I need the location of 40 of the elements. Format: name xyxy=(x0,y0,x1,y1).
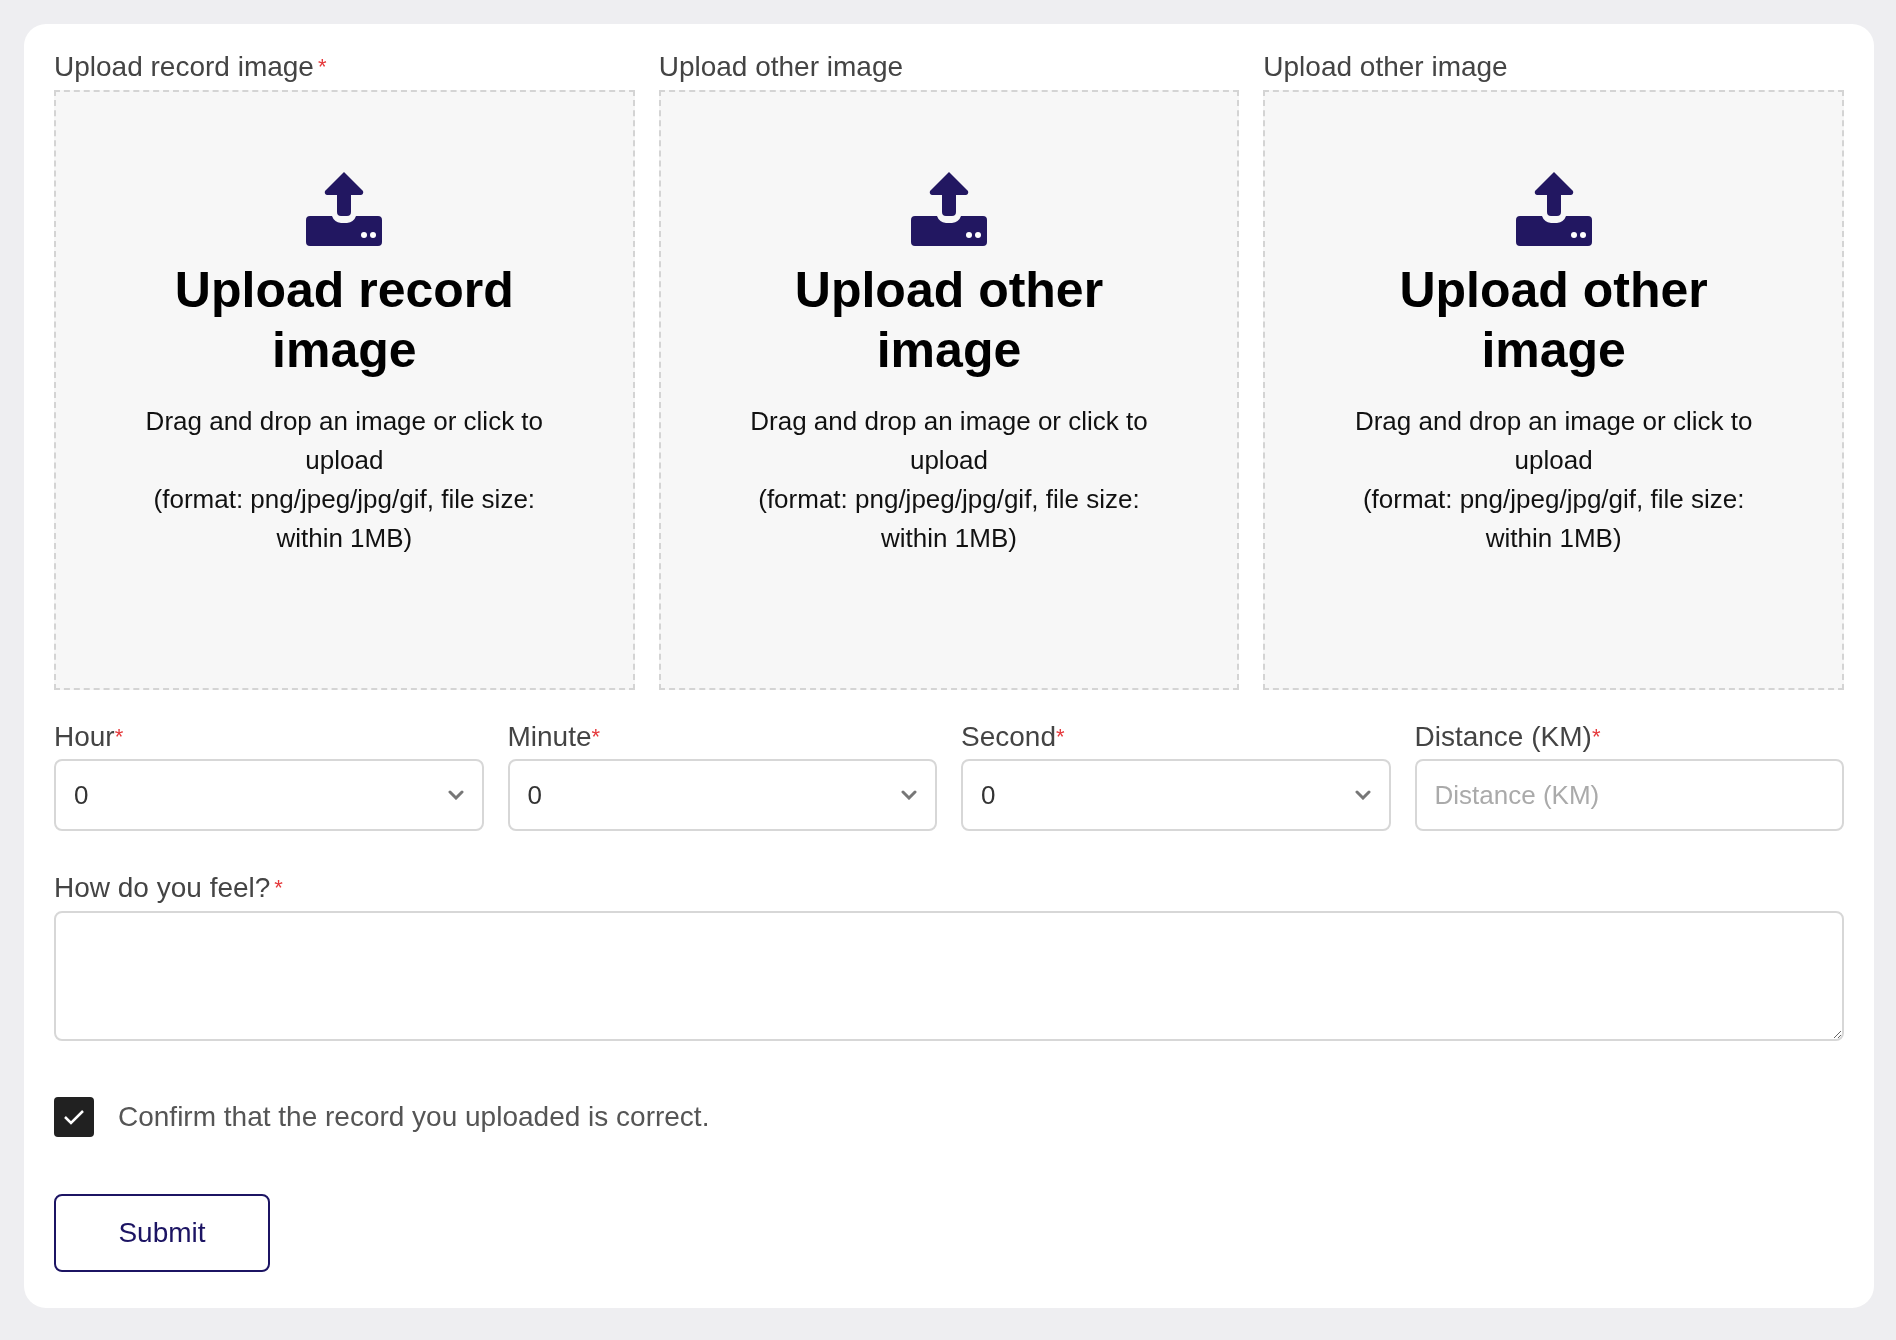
check-icon xyxy=(63,1107,85,1126)
format-note: (format: png/jpeg/jpg/gif, file size: within 1MB) xyxy=(152,482,537,555)
text-input-field[interactable]: Distance (KM) xyxy=(1414,759,1844,832)
dropzone-title: Upload other image xyxy=(1398,260,1709,380)
chevron-down-icon xyxy=(901,790,917,801)
dropzone-hint: Drag and drop an image or click to upload xyxy=(749,404,1149,477)
upload-icon xyxy=(306,171,383,246)
dropdown-field[interactable]: 0 xyxy=(54,759,484,832)
format-note: (format: png/jpeg/jpg/gif, file size: within 1MB) xyxy=(757,482,1141,555)
chevron-down-icon xyxy=(1354,790,1371,801)
confirm-checkbox[interactable] xyxy=(54,1096,94,1137)
required-asterisk: * xyxy=(274,874,283,903)
upload-dropzone[interactable]: Upload record image Drag and drop an image or click to upload (format: png/jpeg/jpg/gif, file size: within 1MB) xyxy=(54,89,635,690)
dropzone-hint: Drag and drop an image or click to upload xyxy=(144,404,545,477)
submit-button[interactable]: Submit xyxy=(54,1193,270,1272)
field-label: Upload other image xyxy=(1263,50,1508,84)
required-asterisk: * xyxy=(1055,722,1065,751)
upload-icon xyxy=(911,171,987,246)
field-label: Second xyxy=(961,719,1056,754)
dropzone-title: Upload other image xyxy=(793,260,1105,380)
upload-dropzone[interactable]: Upload other image Drag and drop an image or click to upload (format: png/jpeg/jpg/gif, file size: within 1MB) xyxy=(1263,89,1844,690)
field-label: How do you feel? xyxy=(54,871,271,905)
required-asterisk: * xyxy=(114,722,124,751)
field-label: Hour xyxy=(54,719,115,754)
field-label: Upload other image xyxy=(658,50,904,84)
format-note: (format: png/jpeg/jpg/gif, file size: within 1MB) xyxy=(1361,482,1746,555)
field-label: Upload record image xyxy=(54,50,314,84)
dropzone-title: Upload record image xyxy=(173,260,515,380)
upload-icon xyxy=(1515,171,1592,246)
required-asterisk: * xyxy=(317,53,327,81)
upload-dropzone[interactable]: Upload other image Drag and drop an image or click to upload (format: png/jpeg/jpg/gif, file size: within 1MB) xyxy=(658,89,1240,690)
confirm-label: Confirm that the record you uploaded is correct. xyxy=(118,1099,710,1134)
field-label: Minute xyxy=(507,719,592,754)
field-label: Distance (KM) xyxy=(1414,719,1592,754)
chevron-down-icon xyxy=(447,790,464,801)
required-asterisk: * xyxy=(1591,722,1601,749)
dropzone-hint: Drag and drop an image or click to upload xyxy=(1353,404,1754,477)
dropdown-field[interactable]: 0 xyxy=(507,759,937,832)
required-asterisk: * xyxy=(591,722,601,751)
dropdown-field[interactable]: 0 xyxy=(961,759,1391,832)
